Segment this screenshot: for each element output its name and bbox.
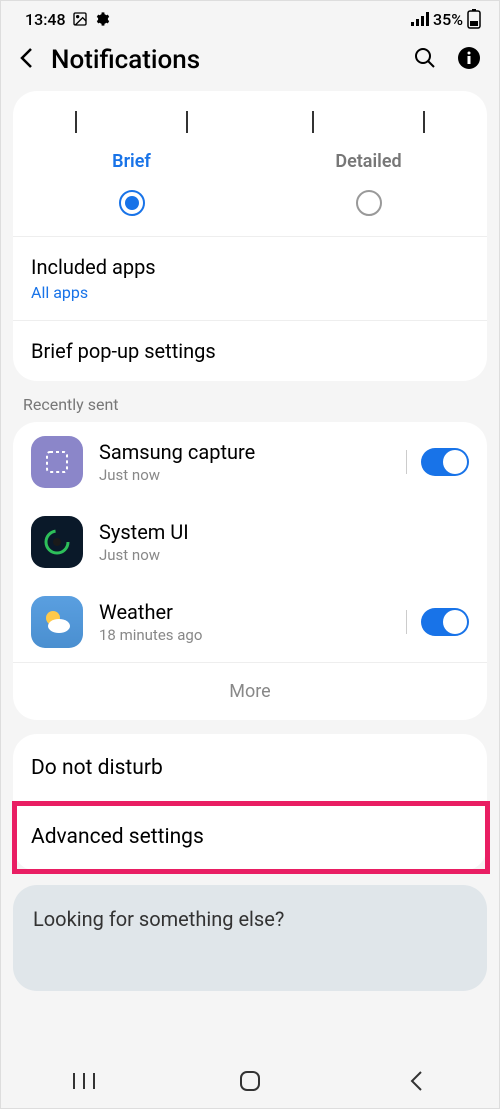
gear-icon [94,11,110,27]
included-apps-row[interactable]: Included apps All apps [13,236,487,320]
app-time: Just now [99,546,469,564]
settings-card: Do not disturb Advanced settings [13,734,487,871]
image-icon [72,11,88,27]
style-brief-label: Brief [112,151,151,172]
app-name: Samsung capture [99,440,390,464]
app-row-weather[interactable]: Weather 18 minutes ago [13,582,487,662]
brief-popup-row[interactable]: Brief pop-up settings [13,320,487,381]
back-nav-button[interactable] [402,1067,430,1095]
footer-text: Looking for something else? [33,907,284,931]
app-row-samsung-capture[interactable]: Samsung capture Just now [13,422,487,502]
app-time: 18 minutes ago [99,626,390,644]
status-bar: 13:48 35% [1,1,499,33]
signal-icon [411,12,429,26]
recently-sent-card: Samsung capture Just now System UI Just … [13,422,487,720]
style-detailed-label: Detailed [335,151,401,172]
app-row-system-ui[interactable]: System UI Just now [13,502,487,582]
app-icon-systemui [31,516,83,568]
battery-text: 35% [433,10,463,29]
recently-sent-label: Recently sent [1,395,499,422]
app-icon-capture [31,436,83,488]
app-icon-weather [31,596,83,648]
battery-icon [467,9,481,29]
app-header: Notifications [1,33,499,91]
notification-style-card: Brief Detailed Included apps All apps Br… [13,91,487,381]
search-icon[interactable] [413,46,437,74]
home-button[interactable] [236,1067,264,1095]
recents-button[interactable] [70,1067,98,1095]
style-option-detailed[interactable]: Detailed [250,99,487,236]
included-apps-subtitle: All apps [31,283,469,302]
status-time: 13:48 [25,10,66,29]
app-time: Just now [99,466,390,484]
more-button[interactable]: More [13,662,487,720]
brief-popup-title: Brief pop-up settings [31,339,469,363]
back-button[interactable] [19,47,33,73]
included-apps-title: Included apps [31,255,469,279]
page-title: Notifications [51,45,395,75]
toggle-weather[interactable] [421,608,469,636]
info-icon[interactable] [457,46,481,74]
advanced-settings-row[interactable]: Advanced settings [13,802,487,871]
app-name: Weather [99,600,390,624]
do-not-disturb-row[interactable]: Do not disturb [13,734,487,802]
style-option-brief[interactable]: Brief [13,99,250,236]
radio-brief[interactable] [119,190,145,216]
app-name: System UI [99,520,469,544]
navigation-bar [1,1054,499,1108]
looking-for-card[interactable]: Looking for something else? [13,885,487,991]
toggle-samsung-capture[interactable] [421,448,469,476]
style-preview: Brief Detailed [13,91,487,236]
radio-detailed[interactable] [356,190,382,216]
